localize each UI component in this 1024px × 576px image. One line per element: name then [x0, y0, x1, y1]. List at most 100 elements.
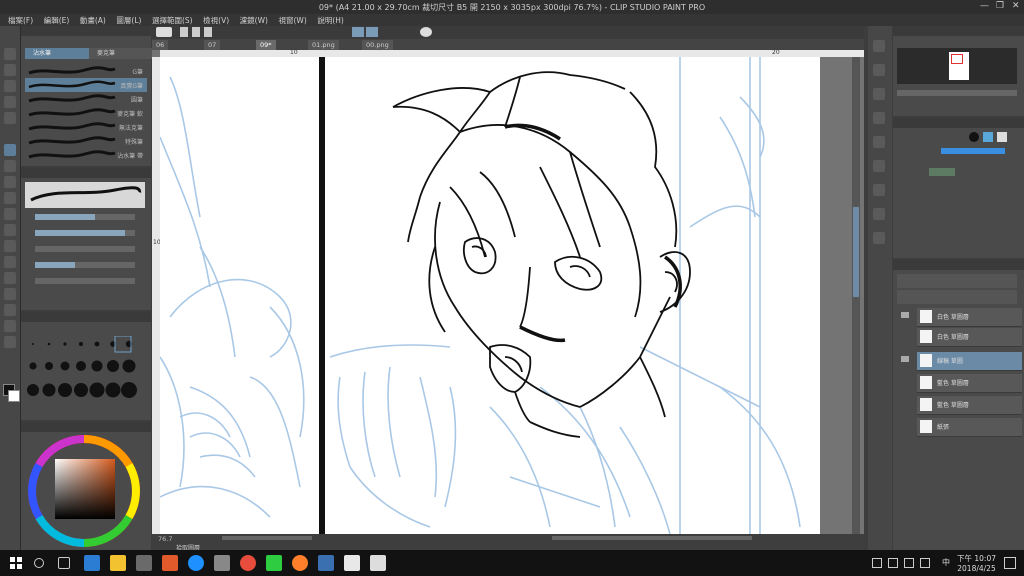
layer-item-selected[interactable]: 線稿 草圖 [917, 352, 1022, 371]
open-file-icon[interactable] [192, 27, 200, 37]
taskview-icon[interactable] [58, 557, 70, 569]
lasso-tool-icon[interactable] [4, 96, 16, 108]
minimize-icon[interactable]: — [980, 1, 989, 11]
sub-color-swatch[interactable] [8, 390, 20, 402]
navigator-icon[interactable] [873, 40, 885, 52]
notification-icon[interactable] [1004, 557, 1016, 569]
brush-size-presets[interactable] [25, 336, 147, 416]
layer-color-black[interactable] [969, 132, 979, 142]
save-icon[interactable] [204, 27, 212, 37]
menu-animation[interactable]: 動畫(A) [80, 15, 106, 26]
vector-slider[interactable] [35, 278, 135, 284]
mail-icon[interactable] [214, 555, 230, 571]
eyedropper-tool-icon[interactable] [4, 112, 16, 124]
subtool-tab-pen[interactable]: 沾水筆 [25, 48, 89, 59]
layer-toolbar[interactable] [897, 274, 1017, 288]
menu-view[interactable]: 檢視(V) [203, 15, 229, 26]
history-icon[interactable] [873, 208, 885, 220]
brush-item[interactable]: G筆 [25, 64, 147, 78]
canvas-page[interactable] [160, 57, 820, 534]
navigator-preview[interactable] [897, 48, 1017, 84]
photos-icon[interactable] [370, 555, 386, 571]
network-icon[interactable] [888, 558, 898, 568]
subview-icon[interactable] [873, 64, 885, 76]
menu-filter[interactable]: 濾鏡(W) [240, 15, 268, 26]
antivirus-icon[interactable] [162, 555, 178, 571]
explorer-icon[interactable] [110, 555, 126, 571]
store-icon[interactable] [136, 555, 152, 571]
menu-help[interactable]: 說明(H) [317, 15, 344, 26]
auto-action-icon[interactable] [873, 232, 885, 244]
new-file-icon[interactable] [180, 27, 188, 37]
layer-blend-mode[interactable] [897, 290, 1017, 304]
line-icon[interactable] [266, 555, 282, 571]
brush-tool-icon[interactable] [4, 176, 16, 188]
doc-tab[interactable]: 00.png [362, 40, 393, 50]
remote-icon[interactable] [318, 555, 334, 571]
menu-file[interactable]: 檔案(F) [8, 15, 33, 26]
color-wheel[interactable] [25, 432, 143, 550]
text-tool-icon[interactable] [4, 320, 16, 332]
airbrush-tool-icon[interactable] [4, 192, 16, 204]
brush-size-slider[interactable] [35, 214, 135, 220]
search-icon[interactable] [34, 558, 44, 568]
pen-tool-icon[interactable] [4, 144, 16, 156]
brush-item[interactable]: 圓筆 [25, 92, 147, 106]
fill-tool-icon[interactable] [4, 240, 16, 252]
zoom-value[interactable]: 76.7 [158, 535, 172, 543]
brush-item[interactable]: 無法克筆 [25, 120, 147, 134]
chrome-icon[interactable] [240, 555, 256, 571]
animation-icon[interactable] [873, 160, 885, 172]
doc-tab-active[interactable]: 09* [256, 40, 276, 50]
layer-property-icon[interactable] [873, 112, 885, 124]
figure-tool-icon[interactable] [4, 272, 16, 284]
antialias-slider[interactable] [35, 246, 135, 252]
snap-ruler-icon[interactable] [352, 27, 364, 37]
doc-tab[interactable]: 06 [152, 40, 169, 50]
layer-color-bar[interactable] [941, 148, 1005, 154]
brush-item[interactable]: 真實G筆 [25, 78, 147, 92]
volume-icon[interactable] [920, 558, 930, 568]
eraser-tool-icon[interactable] [4, 208, 16, 220]
firefox-icon[interactable] [292, 555, 308, 571]
blend-tool-icon[interactable] [4, 224, 16, 236]
menu-window[interactable]: 視窗(W) [279, 15, 307, 26]
bluetooth-icon[interactable] [904, 558, 914, 568]
eye-icon[interactable] [156, 27, 172, 37]
layer-item[interactable]: 紙張 [917, 418, 1022, 437]
zoom-tool-icon[interactable] [4, 48, 16, 60]
brush-item[interactable]: 沾水筆 帶 [25, 148, 147, 162]
layer-mode-toggle[interactable] [929, 168, 955, 176]
menu-layer[interactable]: 圖層(L) [116, 15, 141, 26]
opacity-slider[interactable] [35, 230, 135, 236]
layer-item[interactable]: 白色 草圖層 [917, 328, 1022, 347]
brush-item[interactable]: 麥克筆 軟 [25, 106, 147, 120]
maximize-icon[interactable]: ❐ [996, 1, 1004, 11]
people-icon[interactable] [872, 558, 882, 568]
layer-item[interactable]: 藍色 草圖層 [917, 396, 1022, 415]
help-icon[interactable] [420, 27, 432, 37]
csp-icon[interactable] [344, 555, 360, 571]
layer-item[interactable]: 藍色 草圖層 [917, 374, 1022, 393]
scrollbar-thumb[interactable] [853, 207, 859, 297]
snap-grid-icon[interactable] [366, 27, 378, 37]
close-icon[interactable]: ✕ [1012, 1, 1020, 11]
edge-icon[interactable] [84, 555, 100, 571]
ime-indicator[interactable]: 中 [942, 557, 950, 568]
brush-item[interactable]: 特殊筆 [25, 134, 147, 148]
material-icon[interactable] [873, 184, 885, 196]
search-layer-icon[interactable] [873, 136, 885, 148]
menu-selection[interactable]: 選擇範圍(S) [152, 15, 193, 26]
layer-color-white[interactable] [997, 132, 1007, 142]
navigator-viewport[interactable] [951, 54, 963, 64]
balloon-tool-icon[interactable] [4, 336, 16, 348]
doc-tab[interactable]: 07 [204, 40, 221, 50]
gradient-tool-icon[interactable] [4, 256, 16, 268]
move-tool-icon[interactable] [4, 64, 16, 76]
info-icon[interactable] [873, 88, 885, 100]
layer-color-blue[interactable] [983, 132, 993, 142]
menu-edit[interactable]: 編輯(E) [44, 15, 70, 26]
stabilization-slider[interactable] [35, 262, 135, 268]
eye-icon[interactable] [901, 312, 909, 318]
ie-icon[interactable] [188, 555, 204, 571]
